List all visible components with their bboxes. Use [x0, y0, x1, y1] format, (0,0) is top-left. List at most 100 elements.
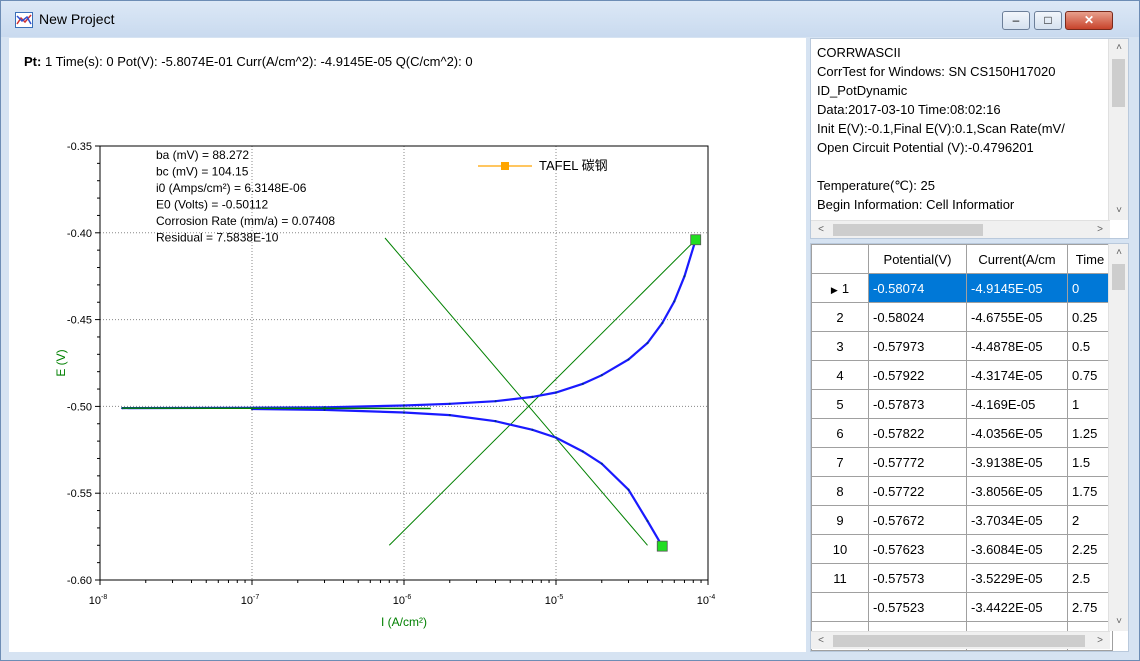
tafel-fit-line: [384, 237, 648, 546]
row-header[interactable]: [811, 592, 869, 622]
cell-cur[interactable]: -3.8056E-05: [966, 476, 1068, 506]
cell-t[interactable]: 0.25: [1067, 302, 1113, 332]
cell-t[interactable]: 2.5: [1067, 563, 1113, 593]
cell-t[interactable]: 1.5: [1067, 447, 1113, 477]
info-panel[interactable]: CORRWASCII CorrTest for Windows: SN CS150…: [810, 38, 1129, 239]
maximize-button[interactable]: □: [1034, 11, 1062, 30]
row-header[interactable]: 5: [811, 389, 869, 419]
cell-t[interactable]: 0.5: [1067, 331, 1113, 361]
cell-pot[interactable]: -0.58074: [868, 273, 967, 303]
table-row[interactable]: 2 -0.58024 -4.6755E-05 0.25: [811, 302, 1113, 332]
row-number: 6: [836, 425, 844, 441]
info-vertical-scrollbar[interactable]: ˄ ˅: [1108, 39, 1128, 220]
row-number: 11: [833, 570, 847, 586]
table-row[interactable]: 3 -0.57973 -4.4878E-05 0.5: [811, 331, 1113, 361]
scroll-up-icon[interactable]: ˄: [1109, 39, 1128, 57]
tafel-chart[interactable]: 10-8 10-7 10-6 10-5 10-4 -0.35 -0.40 -0.45 -0.50…: [9, 38, 806, 652]
table-row[interactable]: 10 -0.57623 -3.6084E-05 2.25: [811, 534, 1113, 564]
cell-pot[interactable]: -0.57722: [868, 476, 967, 506]
column-header[interactable]: [811, 244, 869, 274]
cell-pot[interactable]: -0.57523: [868, 592, 967, 622]
row-header[interactable]: 10: [811, 534, 869, 564]
cell-pot[interactable]: -0.57822: [868, 418, 967, 448]
cell-pot[interactable]: -0.57672: [868, 505, 967, 535]
chart-pane[interactable]: Pt: 1 Time(s): 0 Pot(V): -5.8074E-01 Cur…: [9, 38, 806, 652]
cell-t[interactable]: 0: [1067, 273, 1113, 303]
scroll-thumb[interactable]: [1112, 264, 1125, 290]
data-point: [627, 488, 630, 491]
scroll-right-icon[interactable]: >: [1090, 221, 1110, 238]
row-header[interactable]: 6: [811, 418, 869, 448]
cell-pot[interactable]: -0.57922: [868, 360, 967, 390]
scroll-thumb[interactable]: [833, 224, 983, 236]
cell-cur[interactable]: -3.5229E-05: [966, 563, 1068, 593]
scroll-right-icon[interactable]: >: [1090, 632, 1110, 650]
cell-pot[interactable]: -0.57573: [868, 563, 967, 593]
row-header[interactable]: 7: [811, 447, 869, 477]
cell-pot[interactable]: -0.57772: [868, 447, 967, 477]
table-row[interactable]: 7 -0.57772 -3.9138E-05 1.5: [811, 447, 1113, 477]
cell-cur[interactable]: -3.7034E-05: [966, 505, 1068, 535]
data-table[interactable]: Potential(V) Current(A/cm Time ▶ 1 -0.5807…: [811, 244, 1113, 651]
fit-result-line: Residual = 7.5838E-10: [156, 231, 279, 245]
data-point: [646, 519, 649, 523]
column-header[interactable]: Potential(V): [868, 244, 967, 274]
scroll-left-icon[interactable]: <: [811, 221, 831, 238]
cell-cur[interactable]: -4.0356E-05: [966, 418, 1068, 448]
cell-pot[interactable]: -0.57623: [868, 534, 967, 564]
row-header[interactable]: 4: [811, 360, 869, 390]
info-horizontal-scrollbar[interactable]: < >: [811, 220, 1110, 238]
table-horizontal-scrollbar[interactable]: < >: [811, 631, 1110, 649]
minimize-button[interactable]: –: [1002, 11, 1030, 30]
y-tick-label: -0.50: [67, 401, 92, 413]
row-header[interactable]: 11: [811, 563, 869, 593]
column-header[interactable]: Current(A/cm: [966, 244, 1068, 274]
cell-cur[interactable]: -3.9138E-05: [966, 447, 1068, 477]
cell-cur[interactable]: -3.6084E-05: [966, 534, 1068, 564]
cell-cur[interactable]: -4.169E-05: [966, 389, 1068, 419]
cell-t[interactable]: 0.75: [1067, 360, 1113, 390]
table-vertical-scrollbar[interactable]: ˄ ˅: [1108, 244, 1128, 631]
cell-t[interactable]: 1: [1067, 389, 1113, 419]
scroll-down-icon[interactable]: ˅: [1109, 202, 1128, 220]
row-header[interactable]: ▶ 1: [811, 273, 869, 303]
close-button[interactable]: ✕: [1065, 11, 1113, 30]
scroll-left-icon[interactable]: <: [811, 632, 831, 650]
table-row[interactable]: ▶ 1 -0.58074 -4.9145E-05 0: [811, 273, 1113, 303]
y-tick-label: -0.35: [67, 141, 92, 153]
cell-cur[interactable]: -4.4878E-05: [966, 331, 1068, 361]
row-header[interactable]: 8: [811, 476, 869, 506]
cell-pot[interactable]: -0.57873: [868, 389, 967, 419]
fit-results: ba (mV) = 88.272 bc (mV) = 104.15 i0 (Amps…: [156, 148, 335, 245]
cell-t[interactable]: 1.25: [1067, 418, 1113, 448]
row-header[interactable]: 3: [811, 331, 869, 361]
scroll-thumb[interactable]: [833, 635, 1085, 647]
cell-cur[interactable]: -4.9145E-05: [966, 273, 1068, 303]
scroll-down-icon[interactable]: ˅: [1109, 613, 1128, 631]
row-header[interactable]: 9: [811, 505, 869, 535]
scroll-thumb[interactable]: [1112, 59, 1125, 107]
table-row[interactable]: 6 -0.57822 -4.0356E-05 1.25: [811, 418, 1113, 448]
cell-cur[interactable]: -4.6755E-05: [966, 302, 1068, 332]
table-row[interactable]: 5 -0.57873 -4.169E-05 1: [811, 389, 1113, 419]
table-row[interactable]: 11 -0.57573 -3.5229E-05 2.5: [811, 563, 1113, 593]
cell-t[interactable]: 1.75: [1067, 476, 1113, 506]
x-tick-label: 10-7: [241, 594, 260, 607]
table-row[interactable]: 8 -0.57722 -3.8056E-05 1.75: [811, 476, 1113, 506]
cell-cur[interactable]: -4.3174E-05: [966, 360, 1068, 390]
table-row[interactable]: -0.57523 -3.4422E-05 2.75: [811, 592, 1113, 622]
cell-t[interactable]: 2.25: [1067, 534, 1113, 564]
table-row[interactable]: 9 -0.57672 -3.7034E-05 2: [811, 505, 1113, 535]
title-bar[interactable]: New Project – □ ✕: [1, 1, 1139, 37]
data-point: [673, 300, 676, 303]
cell-t[interactable]: 2: [1067, 505, 1113, 535]
cell-cur[interactable]: -3.4422E-05: [966, 592, 1068, 622]
column-header[interactable]: Time: [1067, 244, 1113, 274]
cell-pot[interactable]: -0.58024: [868, 302, 967, 332]
row-header[interactable]: 2: [811, 302, 869, 332]
cell-t[interactable]: 2.75: [1067, 592, 1113, 622]
scroll-up-icon[interactable]: ˄: [1109, 244, 1128, 262]
table-row[interactable]: 4 -0.57922 -4.3174E-05 0.75: [811, 360, 1113, 390]
cell-pot[interactable]: -0.57973: [868, 331, 967, 361]
data-table-panel[interactable]: Potential(V) Current(A/cm Time ▶ 1 -0.5807…: [810, 243, 1129, 652]
